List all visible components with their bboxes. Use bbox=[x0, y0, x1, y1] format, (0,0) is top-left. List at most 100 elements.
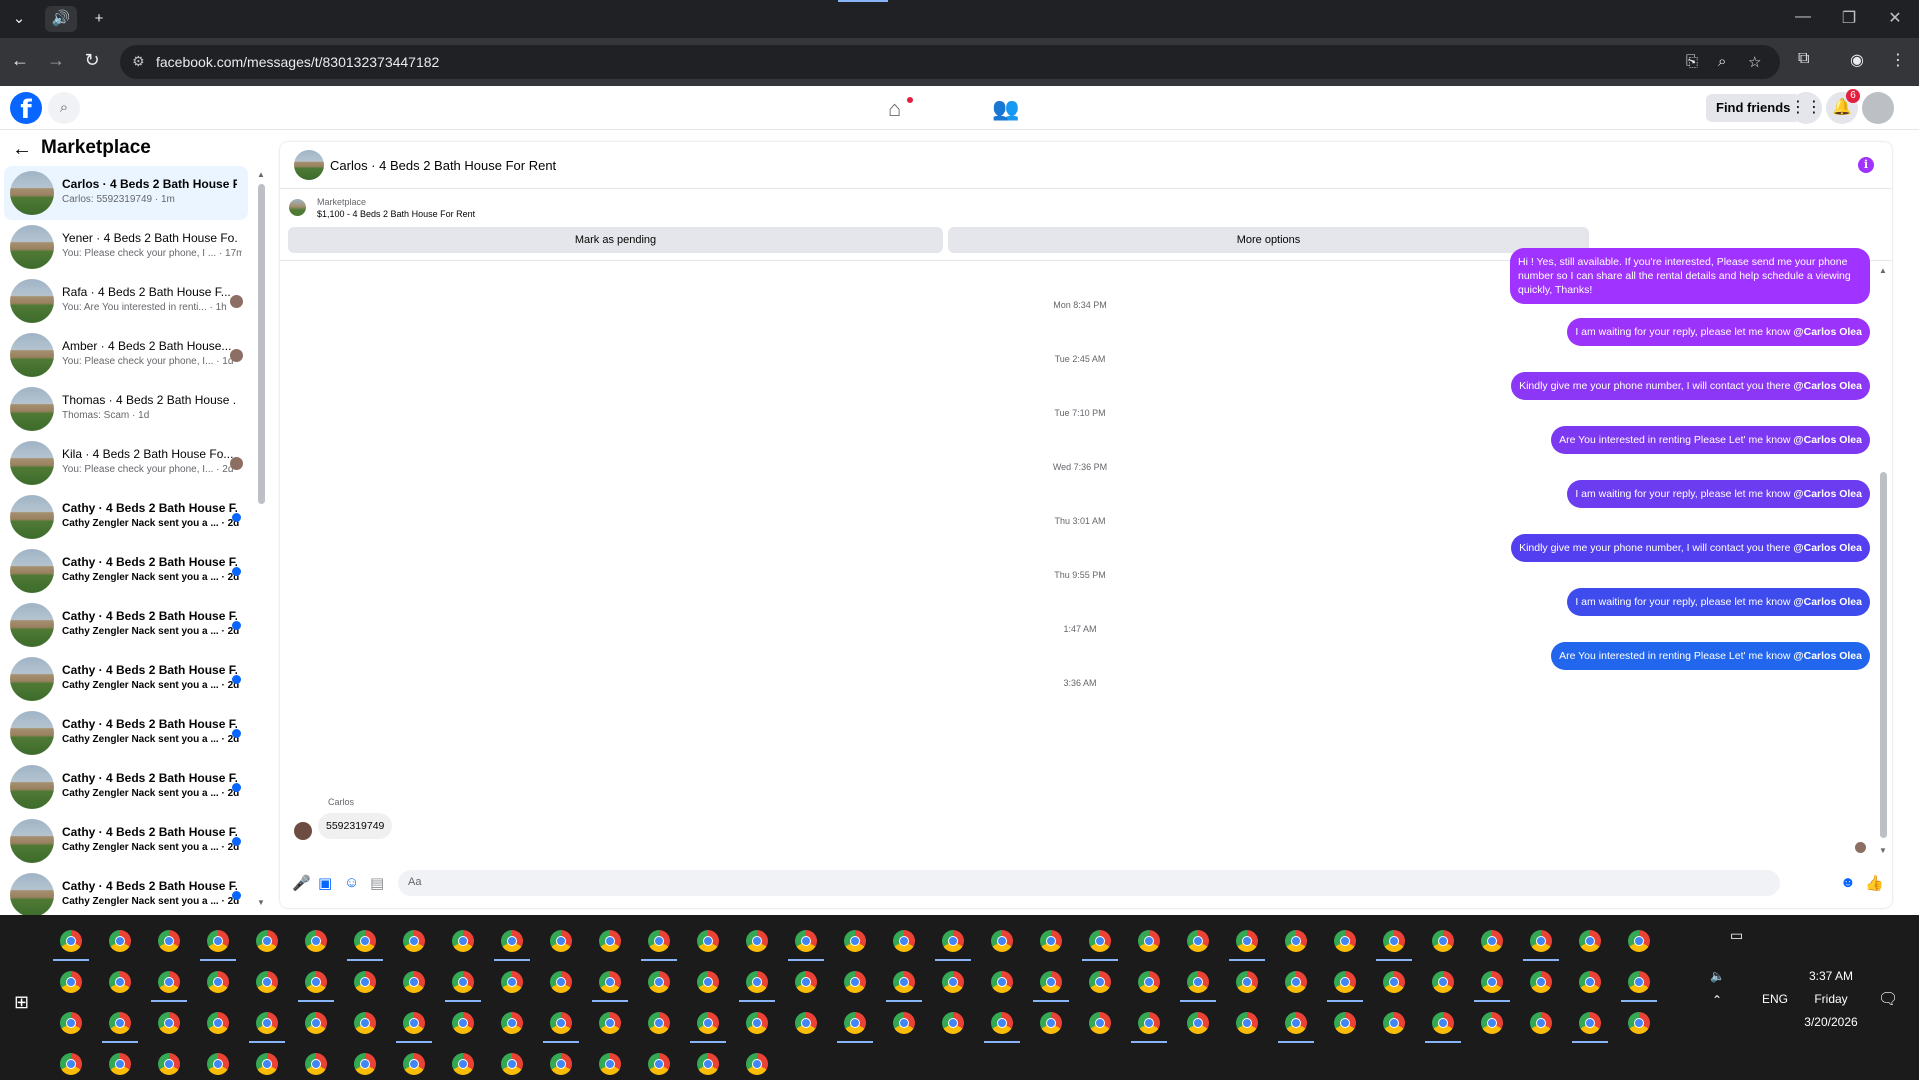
back-arrow-icon[interactable]: ← bbox=[8, 50, 32, 71]
site-info-icon[interactable]: ⚙ bbox=[132, 53, 145, 70]
restore-icon[interactable]: ❐ bbox=[1834, 8, 1864, 28]
conversation-item[interactable]: Cathy · 4 Beds 2 Bath House F... Cathy Ze… bbox=[4, 652, 248, 706]
mark-as-pending-button[interactable]: Mark as pending bbox=[288, 227, 943, 253]
chrome-window-icon[interactable] bbox=[354, 1012, 376, 1034]
chrome-window-icon[interactable] bbox=[746, 1053, 768, 1075]
chrome-window-icon[interactable] bbox=[403, 971, 425, 993]
chrome-window-icon[interactable] bbox=[1187, 930, 1209, 952]
chrome-window-icon[interactable] bbox=[893, 930, 915, 952]
tray-chevron-icon[interactable]: ⌃ bbox=[1712, 993, 1722, 1007]
volume-icon[interactable]: 🔈 bbox=[1710, 969, 1725, 983]
chrome-window-icon[interactable] bbox=[452, 930, 474, 952]
chrome-window-icon[interactable] bbox=[893, 971, 915, 993]
outgoing-message[interactable]: I am waiting for your reply, please let … bbox=[1567, 480, 1870, 508]
clock-time[interactable]: 3:37 AM bbox=[1796, 969, 1866, 983]
chrome-window-icon[interactable] bbox=[1628, 971, 1650, 993]
close-window-icon[interactable]: ✕ bbox=[1880, 8, 1910, 28]
chrome-window-icon[interactable] bbox=[1187, 971, 1209, 993]
message-mention[interactable]: @Carlos Olea bbox=[1793, 434, 1862, 446]
chrome-window-icon[interactable] bbox=[648, 1012, 670, 1034]
chrome-window-icon[interactable] bbox=[256, 1053, 278, 1075]
chrome-window-icon[interactable] bbox=[1383, 1012, 1405, 1034]
chrome-window-icon[interactable] bbox=[403, 1053, 425, 1075]
chrome-window-icon[interactable] bbox=[1138, 1012, 1160, 1034]
chrome-window-icon[interactable] bbox=[305, 1012, 327, 1034]
tab-search-chevron-icon[interactable]: ⌄ bbox=[6, 6, 32, 32]
chrome-window-icon[interactable] bbox=[1138, 930, 1160, 952]
chrome-window-icon[interactable] bbox=[1285, 930, 1307, 952]
chrome-window-icon[interactable] bbox=[550, 971, 572, 993]
conversation-item[interactable]: Cathy · 4 Beds 2 Bath House F... Cathy Ze… bbox=[4, 598, 248, 652]
new-tab-plus-icon[interactable]: + bbox=[86, 6, 112, 32]
chrome-window-icon[interactable] bbox=[746, 971, 768, 993]
chat-scroll-thumb[interactable] bbox=[1880, 472, 1887, 838]
clock-date[interactable]: 3/20/2026 bbox=[1796, 1015, 1866, 1029]
outgoing-message[interactable]: Are You interested in renting Please Let… bbox=[1551, 426, 1870, 454]
incoming-sender-avatar[interactable] bbox=[294, 822, 312, 840]
install-app-icon[interactable]: ⎘ bbox=[1686, 53, 1698, 70]
chrome-window-icon[interactable] bbox=[158, 971, 180, 993]
chrome-window-icon[interactable] bbox=[305, 1053, 327, 1075]
chrome-window-icon[interactable] bbox=[501, 1012, 523, 1034]
chrome-window-icon[interactable] bbox=[942, 1012, 964, 1034]
emoji-icon[interactable]: ☻ bbox=[1840, 874, 1856, 891]
chrome-window-icon[interactable] bbox=[844, 1012, 866, 1034]
menu-kebab-icon[interactable]: ⋮ bbox=[1890, 50, 1906, 70]
chrome-window-icon[interactable] bbox=[501, 1053, 523, 1075]
chrome-window-icon[interactable] bbox=[1138, 971, 1160, 993]
chrome-window-icon[interactable] bbox=[1432, 1012, 1454, 1034]
outgoing-message[interactable]: Hi ! Yes, still available. If you're int… bbox=[1510, 248, 1870, 304]
chrome-window-icon[interactable] bbox=[599, 1012, 621, 1034]
chrome-window-icon[interactable] bbox=[256, 1012, 278, 1034]
conversation-item[interactable]: Amber · 4 Beds 2 Bath House... You: Pleas… bbox=[4, 328, 248, 382]
chrome-window-icon[interactable] bbox=[1481, 1012, 1503, 1034]
chrome-window-icon[interactable] bbox=[354, 930, 376, 952]
outgoing-message[interactable]: I am waiting for your reply, please let … bbox=[1567, 318, 1870, 346]
back-arrow-icon[interactable]: ← bbox=[12, 138, 32, 161]
outgoing-message[interactable]: Kindly give me your phone number, I will… bbox=[1511, 534, 1870, 562]
conversation-item[interactable]: Cathy · 4 Beds 2 Bath House F... Cathy Ze… bbox=[4, 490, 248, 544]
chrome-window-icon[interactable] bbox=[1481, 930, 1503, 952]
chrome-window-icon[interactable] bbox=[1334, 1012, 1356, 1034]
chrome-window-icon[interactable] bbox=[599, 930, 621, 952]
chrome-window-icon[interactable] bbox=[550, 1012, 572, 1034]
chrome-window-icon[interactable] bbox=[207, 971, 229, 993]
chrome-window-icon[interactable] bbox=[305, 971, 327, 993]
incoming-message[interactable]: 5592319749 bbox=[318, 813, 393, 839]
chrome-window-icon[interactable] bbox=[207, 930, 229, 952]
scroll-down-icon[interactable]: ▼ bbox=[1879, 846, 1887, 855]
chat-title[interactable]: Carlos · 4 Beds 2 Bath House For Rent bbox=[330, 158, 556, 173]
desktop-icon[interactable]: ▭ bbox=[1730, 927, 1743, 944]
chrome-window-icon[interactable] bbox=[648, 930, 670, 952]
chrome-window-icon[interactable] bbox=[795, 971, 817, 993]
chrome-window-icon[interactable] bbox=[1579, 930, 1601, 952]
chrome-window-icon[interactable] bbox=[1040, 930, 1062, 952]
chrome-window-icon[interactable] bbox=[305, 930, 327, 952]
facebook-logo-icon[interactable]: f bbox=[10, 92, 42, 125]
profile-icon[interactable]: ◉ bbox=[1850, 50, 1864, 70]
chrome-window-icon[interactable] bbox=[1089, 930, 1111, 952]
chat-avatar[interactable] bbox=[294, 150, 324, 180]
menu-grid-icon[interactable]: ⋮⋮ bbox=[1790, 92, 1822, 124]
chrome-window-icon[interactable] bbox=[1334, 930, 1356, 952]
more-options-button[interactable]: More options bbox=[948, 227, 1589, 253]
scroll-up-icon[interactable]: ▲ bbox=[257, 170, 265, 179]
search-icon[interactable]: ⌕ bbox=[48, 92, 80, 124]
chrome-window-icon[interactable] bbox=[1187, 1012, 1209, 1034]
microphone-icon[interactable]: 🎤 bbox=[292, 874, 311, 892]
find-friends-button[interactable]: Find friends bbox=[1706, 94, 1801, 122]
chrome-window-icon[interactable] bbox=[501, 930, 523, 952]
chrome-window-icon[interactable] bbox=[550, 930, 572, 952]
chrome-window-icon[interactable] bbox=[109, 971, 131, 993]
conversation-item[interactable]: Kila · 4 Beds 2 Bath House Fo... You: Ple… bbox=[4, 436, 248, 490]
conversation-item[interactable]: Carlos · 4 Beds 2 Bath House Fo... Carlos… bbox=[4, 166, 248, 220]
chrome-window-icon[interactable] bbox=[354, 1053, 376, 1075]
chrome-window-icon[interactable] bbox=[1236, 930, 1258, 952]
clock-day[interactable]: Friday bbox=[1796, 992, 1866, 1006]
notification-center-icon[interactable]: 🗨 bbox=[1878, 989, 1898, 1009]
zoom-icon[interactable]: ⌕ bbox=[1718, 53, 1726, 70]
chrome-window-icon[interactable] bbox=[991, 930, 1013, 952]
outgoing-message[interactable]: Kindly give me your phone number, I will… bbox=[1511, 372, 1870, 400]
chrome-window-icon[interactable] bbox=[60, 1053, 82, 1075]
conversation-item[interactable]: Cathy · 4 Beds 2 Bath House F... Cathy Ze… bbox=[4, 544, 248, 598]
